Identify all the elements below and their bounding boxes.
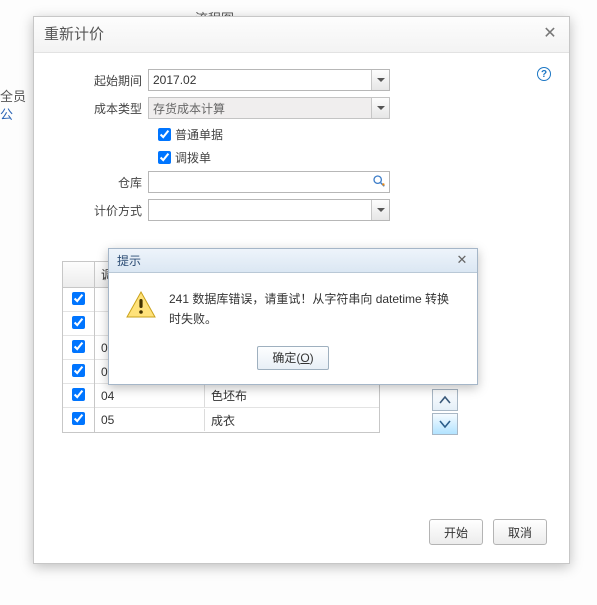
label-cost-type: 成本类型 <box>62 100 148 117</box>
alert-footer: 确定(O) <box>109 340 477 384</box>
help-icon[interactable] <box>537 67 551 81</box>
dialog-titlebar[interactable]: 重新计价 <box>34 17 569 53</box>
valuation-combo[interactable] <box>148 199 390 221</box>
row-checkbox[interactable] <box>72 412 85 425</box>
row-checkbox[interactable] <box>72 316 85 329</box>
move-up-button[interactable] <box>432 389 458 411</box>
search-icon[interactable] <box>372 174 386 188</box>
table-row[interactable]: 05成衣 <box>63 408 379 432</box>
table-row[interactable]: 04色坯布 <box>63 384 379 408</box>
row-checkbox[interactable] <box>72 340 85 353</box>
label-start-period: 起始期间 <box>62 72 148 89</box>
move-down-button[interactable] <box>432 413 458 435</box>
chevron-down-icon[interactable] <box>371 70 389 90</box>
dialog-footer: 开始 取消 <box>429 519 547 545</box>
chk-transfer-doc[interactable] <box>158 151 171 164</box>
row-warehouse: 仓库 <box>62 171 541 193</box>
row-valuation: 计价方式 <box>62 199 541 221</box>
cell-code: 05 <box>95 409 205 431</box>
th-check <box>63 262 95 287</box>
chk-normal-doc[interactable] <box>158 128 171 141</box>
row-checkbox[interactable] <box>72 292 85 305</box>
label-valuation: 计价方式 <box>62 202 148 219</box>
close-icon[interactable] <box>541 26 559 44</box>
cell-name: 成衣 <box>205 408 379 433</box>
row-chk-normal: 普通单据 <box>154 125 541 144</box>
cell-name: 色坯布 <box>205 383 379 408</box>
label-chk-normal: 普通单据 <box>175 126 223 143</box>
cost-type-combo <box>148 97 390 119</box>
row-chk-transfer: 调拨单 <box>154 148 541 167</box>
chevron-down-icon <box>371 98 389 118</box>
chevron-down-icon[interactable] <box>371 200 389 220</box>
start-button[interactable]: 开始 <box>429 519 483 545</box>
row-cost-type: 成本类型 <box>62 97 541 119</box>
reorder-buttons <box>432 389 458 437</box>
dialog-title: 重新计价 <box>44 17 104 53</box>
alert-body: 241 数据库错误，请重试！从字符串向 datetime 转换时失败。 <box>109 273 477 340</box>
close-icon[interactable] <box>455 254 469 268</box>
cancel-button[interactable]: 取消 <box>493 519 547 545</box>
row-checkbox[interactable] <box>72 388 85 401</box>
row-checkbox[interactable] <box>72 364 85 377</box>
alert-dialog: 提示 241 数据库错误，请重试！从字符串向 datetime 转换时失败。 确… <box>108 248 478 385</box>
alert-title: 提示 <box>117 249 141 273</box>
ok-button[interactable]: 确定(O) <box>257 346 329 370</box>
label-warehouse: 仓库 <box>62 174 148 191</box>
warning-icon <box>125 289 157 321</box>
label-chk-transfer: 调拨单 <box>175 149 211 166</box>
warehouse-input[interactable] <box>148 171 390 193</box>
row-start-period: 起始期间 <box>62 69 541 91</box>
alert-message: 241 数据库错误，请重试！从字符串向 datetime 转换时失败。 <box>169 289 461 330</box>
cell-code: 04 <box>95 385 205 407</box>
alert-titlebar[interactable]: 提示 <box>109 249 477 273</box>
start-period-combo[interactable] <box>148 69 390 91</box>
